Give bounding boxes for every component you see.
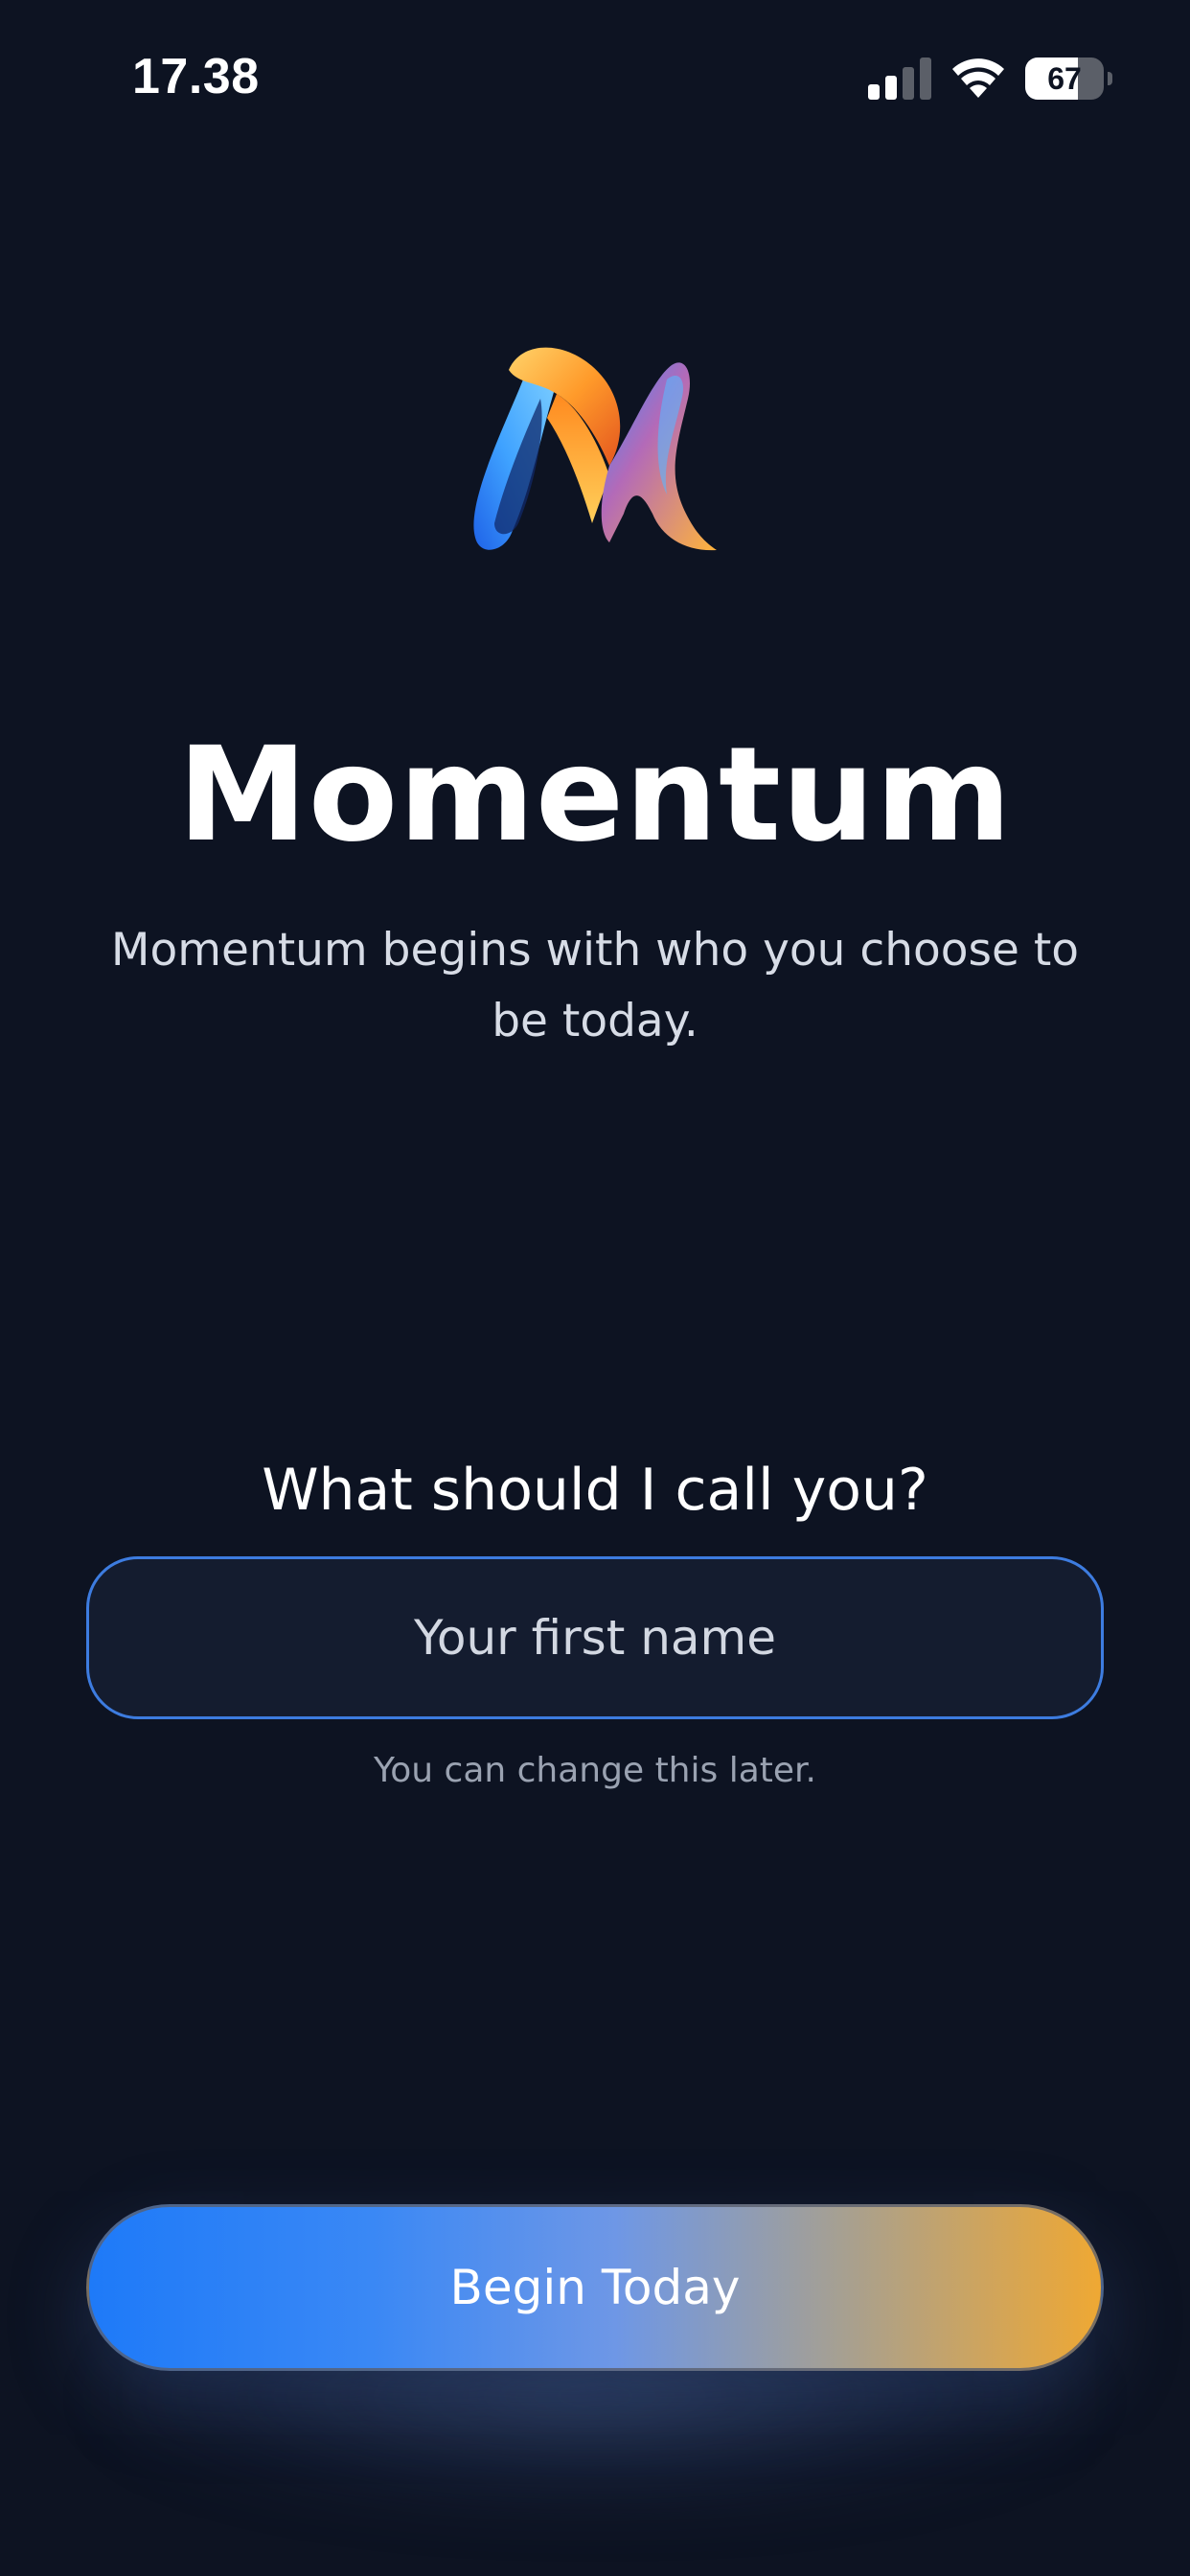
battery-cap [1108, 72, 1112, 85]
status-time: 17.38 [132, 49, 260, 104]
signal-icon [868, 58, 931, 100]
momentum-logo-icon [473, 347, 717, 551]
name-question: What should I call you? [262, 1457, 928, 1524]
status-bar: 17.38 67 [0, 0, 1190, 153]
first-name-input[interactable] [86, 1556, 1104, 1719]
app-title: Momentum [177, 720, 1013, 871]
battery-body: 67 [1025, 58, 1104, 100]
name-hint: You can change this later. [374, 1751, 816, 1790]
wifi-icon [952, 58, 1004, 98]
begin-today-button[interactable]: Begin Today [86, 2204, 1104, 2371]
battery-icon: 67 [1025, 58, 1112, 100]
app-tagline: Momentum begins with who you choose to b… [110, 924, 1080, 1047]
battery-label: 67 [1047, 61, 1082, 96]
